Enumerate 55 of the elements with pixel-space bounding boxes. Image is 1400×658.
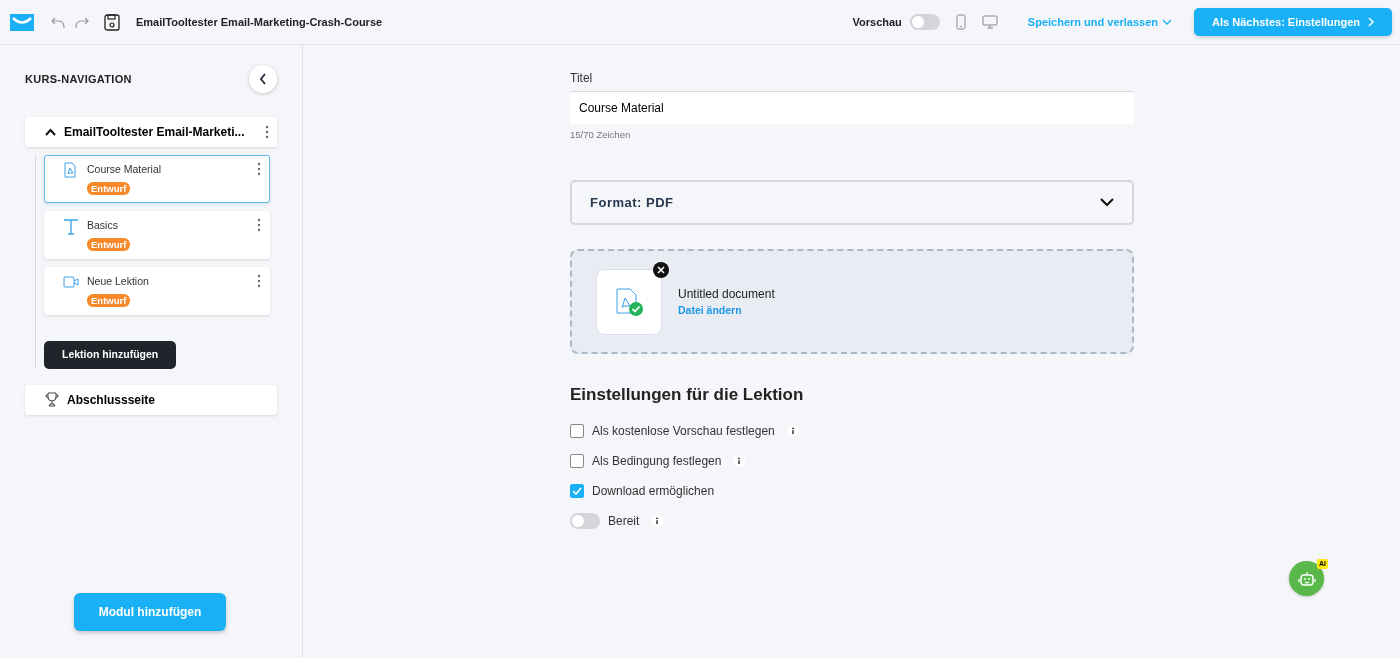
final-page-item[interactable]: Abschlussseite — [25, 384, 277, 415]
more-options-icon[interactable] — [257, 274, 261, 288]
lesson-card[interactable]: Course Material Entwurf — [44, 155, 270, 203]
option-label: Bereit — [608, 512, 640, 530]
option-label: Als kostenlose Vorschau festlegen — [592, 422, 775, 440]
video-icon — [63, 274, 79, 291]
pdf-file-check-icon — [614, 286, 644, 317]
logo-icon — [10, 13, 34, 31]
preview-toggle[interactable] — [909, 14, 940, 30]
title-field[interactable]: Course Material — [570, 91, 1134, 124]
redo-icon[interactable] — [74, 15, 90, 29]
checkmark-icon — [572, 486, 582, 495]
more-options-icon[interactable] — [257, 162, 261, 176]
robot-icon — [1297, 570, 1316, 587]
add-lesson-button[interactable]: Lektion hinzufügen — [44, 341, 177, 369]
preview-label: Vorschau — [852, 14, 902, 30]
status-badge: Entwurf — [87, 293, 131, 307]
pdf-file-icon — [63, 162, 79, 179]
text-icon — [63, 218, 79, 235]
status-badge: Entwurf — [87, 237, 131, 251]
lesson-title: Neue Lektion — [87, 274, 149, 289]
lesson-card[interactable]: Basics Entwurf — [44, 211, 270, 259]
field-label: Titel — [570, 70, 594, 87]
info-icon[interactable] — [651, 514, 664, 527]
save-icon[interactable] — [104, 13, 120, 31]
trophy-icon — [45, 392, 59, 408]
info-icon[interactable] — [786, 424, 799, 437]
lesson-title: Course Material — [87, 162, 162, 177]
more-options-icon[interactable] — [257, 218, 261, 232]
character-count: 15/70 Zeichen — [570, 128, 632, 142]
sidebar-heading: KURS-NAVIGATION — [25, 71, 132, 87]
toggle-switch[interactable] — [570, 512, 600, 529]
checkbox[interactable] — [570, 423, 584, 438]
settings-heading: Einstellungen für die Lektion — [570, 384, 805, 407]
course-title: EmailTooltester Email-Marketing-Crash-Course — [136, 14, 383, 30]
option-label: Download ermöglichen — [592, 482, 715, 500]
remove-file-button[interactable] — [653, 261, 669, 278]
module-header[interactable]: EmailTooltester Email-Marketi... — [25, 117, 277, 147]
info-icon[interactable] — [733, 454, 746, 467]
lesson-card[interactable]: Neue Lektion Entwurf — [44, 267, 270, 315]
collapse-sidebar-button[interactable] — [249, 65, 277, 93]
status-badge: Entwurf — [87, 181, 131, 195]
chevron-down-icon — [1100, 198, 1114, 208]
lesson-title: Basics — [87, 218, 118, 233]
close-icon — [657, 265, 665, 274]
checkbox[interactable] — [570, 453, 584, 468]
chevron-left-icon — [259, 73, 267, 85]
format-dropdown[interactable]: Format: PDF — [570, 180, 1134, 226]
chevron-right-icon — [1368, 17, 1374, 27]
file-name: Untitled document — [678, 285, 775, 303]
chevron-down-icon — [1162, 18, 1173, 26]
checkbox[interactable] — [570, 483, 584, 498]
option-label: Als Bedingung festlegen — [592, 452, 722, 470]
undo-icon[interactable] — [50, 15, 66, 29]
more-options-icon[interactable] — [265, 125, 269, 139]
